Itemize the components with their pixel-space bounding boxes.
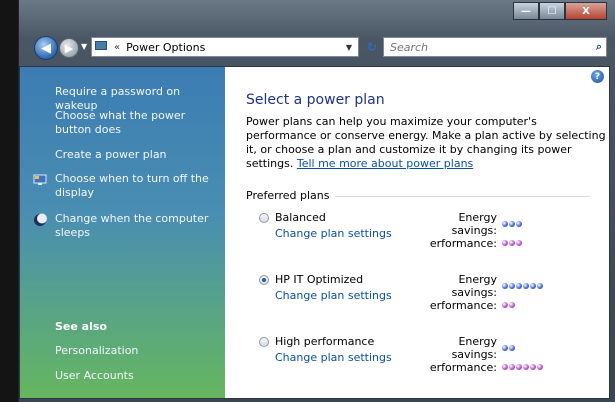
rating-dot — [537, 364, 543, 370]
address-bar[interactable]: ⚡ « Power Options ▼ — [91, 37, 359, 57]
back-button[interactable]: ◀ — [34, 36, 58, 60]
savings-label: savings: — [451, 224, 497, 237]
radio-high-performance[interactable] — [259, 337, 269, 347]
performance-label: erformance: — [429, 299, 497, 312]
energy-label: Energy — [458, 335, 497, 348]
address-dropdown-icon[interactable]: ▼ — [346, 43, 352, 52]
plan-name[interactable]: Balanced — [275, 211, 326, 224]
breadcrumb-chevron[interactable]: « — [114, 42, 120, 53]
page-title: Select a power plan — [246, 92, 385, 108]
maximize-button[interactable]: ☐ — [539, 2, 565, 20]
rating-dot — [509, 283, 515, 289]
tell-me-more-link[interactable]: Tell me more about power plans — [297, 157, 473, 170]
sidebar-link-turn-off-display[interactable]: Choose when to turn off the display — [55, 172, 215, 200]
rating-dot — [509, 345, 515, 351]
help-icon[interactable]: ? — [591, 70, 604, 83]
performance-rating — [502, 240, 522, 246]
savings-label: savings: — [451, 348, 497, 361]
energy-savings-rating — [502, 345, 515, 351]
rating-dot — [537, 283, 543, 289]
performance-label: erformance: — [429, 361, 497, 374]
sidebar-link-create-plan[interactable]: Create a power plan — [55, 148, 167, 162]
radio-hp-it-optimized[interactable] — [259, 275, 269, 285]
savings-label: savings: — [451, 286, 497, 299]
navigation-bar: ◀ ▶ ▼ ⚡ « Power Options ▼ ↻ ⌕ — [19, 35, 615, 61]
close-button[interactable]: X — [565, 2, 607, 20]
rating-dot — [502, 364, 508, 370]
minimize-button[interactable]: — — [513, 2, 539, 20]
plan-name[interactable]: HP IT Optimized — [275, 273, 363, 286]
titlebar-buttons: — ☐ X — [513, 2, 607, 22]
rating-dot — [502, 345, 508, 351]
rating-dot — [516, 240, 522, 246]
see-also-heading: See also — [55, 320, 107, 333]
rating-dot — [530, 364, 536, 370]
energy-label: Energy — [458, 273, 497, 286]
rating-dot — [523, 283, 529, 289]
main-content: ? Select a power plan Power plans can he… — [225, 67, 609, 398]
rating-dot — [502, 221, 508, 227]
plan-balanced: Balanced Change plan settings Energy sav… — [259, 211, 599, 259]
sidebar-link-power-button[interactable]: Choose what the power button does — [55, 109, 220, 137]
sidebar-link-computer-sleeps[interactable]: Change when the computer sleeps — [55, 212, 215, 240]
plan-high-performance: High performance Change plan settings En… — [259, 335, 599, 383]
intro-text: Power plans can help you maximize your c… — [246, 115, 606, 171]
rating-dot — [516, 283, 522, 289]
energy-label: Energy — [458, 211, 497, 224]
power-options-window: — ☐ X ◀ ▶ ▼ ⚡ « Power Options ▼ ↻ ⌕ Requ… — [18, 0, 615, 402]
plan-hp-it-optimized: HP IT Optimized Change plan settings Ene… — [259, 273, 599, 321]
search-box[interactable]: ⌕ — [383, 37, 607, 57]
rating-dot — [502, 302, 508, 308]
recent-pages-dropdown-icon[interactable]: ▼ — [81, 42, 87, 51]
change-plan-settings-link[interactable]: Change plan settings — [275, 289, 392, 302]
moon-icon — [34, 213, 47, 226]
search-icon[interactable]: ⌕ — [596, 40, 602, 54]
rating-dot — [516, 221, 522, 227]
performance-rating — [502, 302, 515, 308]
rating-dot — [530, 283, 536, 289]
preferred-plans-heading: Preferred plans — [246, 189, 334, 202]
rating-dot — [502, 283, 508, 289]
energy-savings-rating — [502, 283, 543, 289]
breadcrumb-power-options[interactable]: Power Options — [126, 41, 205, 54]
rating-dot — [509, 364, 515, 370]
sidebar-link-user-accounts[interactable]: User Accounts — [55, 369, 134, 383]
client-area: Require a password on wakeup Choose what… — [19, 66, 610, 399]
power-options-icon: ⚡ — [94, 40, 110, 54]
rating-dot — [523, 364, 529, 370]
performance-rating — [502, 364, 543, 370]
change-plan-settings-link[interactable]: Change plan settings — [275, 351, 392, 364]
monitor-icon — [33, 174, 47, 185]
sidebar-link-personalization[interactable]: Personalization — [55, 344, 138, 358]
rating-dot — [516, 364, 522, 370]
rating-dot — [509, 302, 515, 308]
forward-button[interactable]: ▶ — [59, 38, 79, 58]
group-divider — [335, 196, 590, 197]
energy-savings-rating — [502, 221, 522, 227]
search-input[interactable] — [388, 39, 582, 55]
refresh-icon[interactable]: ↻ — [362, 38, 382, 56]
performance-label: erformance: — [429, 237, 497, 250]
task-pane: Require a password on wakeup Choose what… — [20, 67, 225, 398]
rating-dot — [502, 240, 508, 246]
rating-dot — [509, 240, 515, 246]
change-plan-settings-link[interactable]: Change plan settings — [275, 227, 392, 240]
radio-balanced[interactable] — [259, 213, 269, 223]
plan-name[interactable]: High performance — [275, 335, 374, 348]
rating-dot — [509, 221, 515, 227]
